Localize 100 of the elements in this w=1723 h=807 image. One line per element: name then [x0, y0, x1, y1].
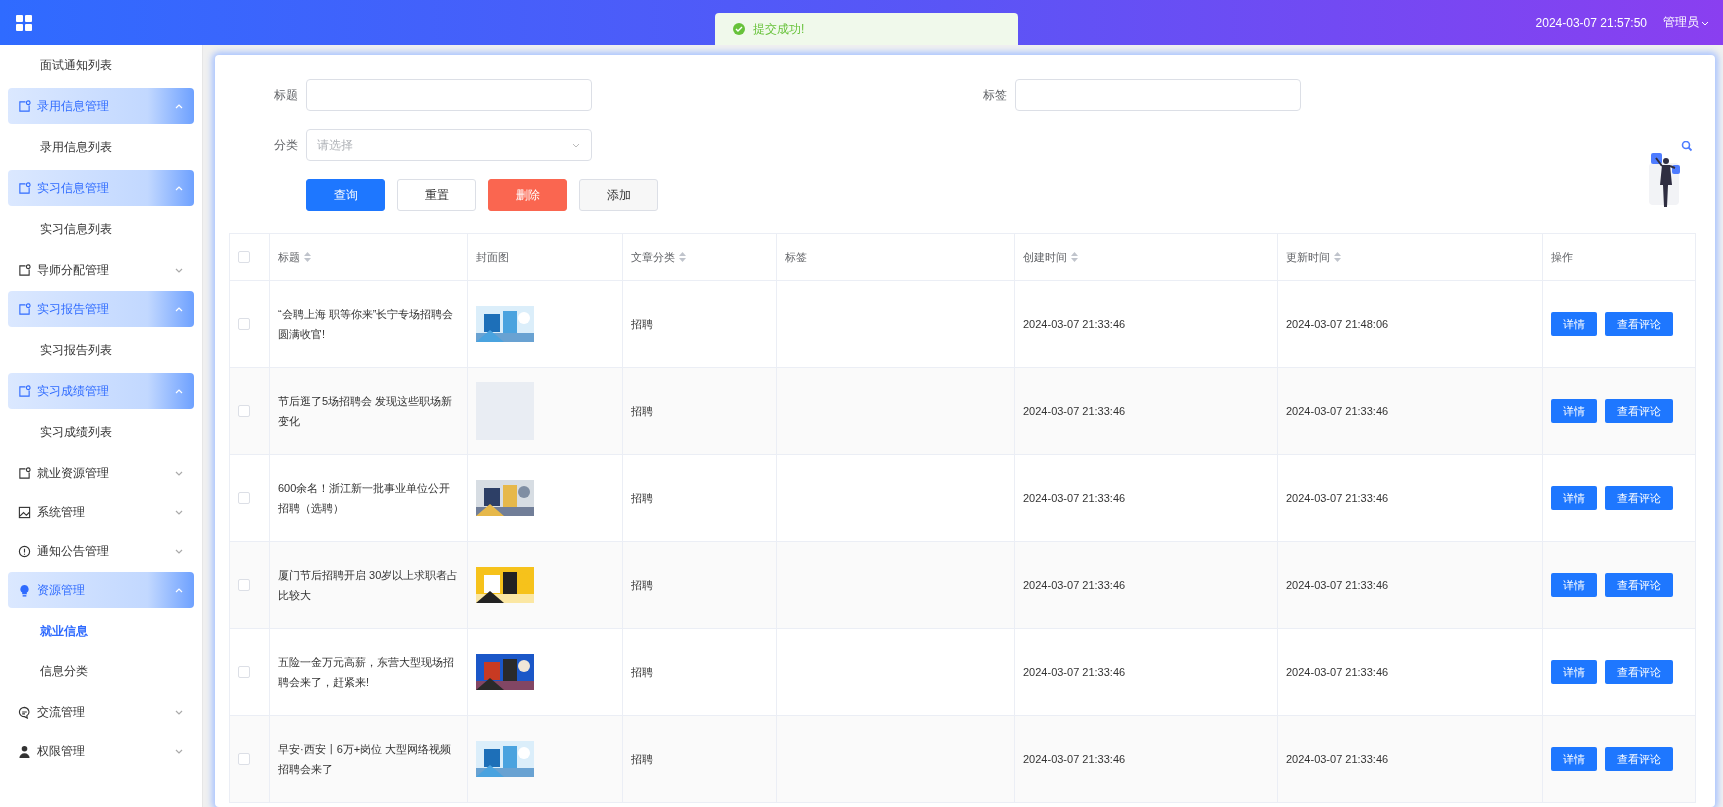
sidebar-group[interactable]: 实习成绩管理 — [8, 373, 194, 409]
column-header: 封面图 — [476, 249, 509, 265]
image-icon — [18, 505, 31, 519]
table-cell: 2024-03-07 21:33:46 — [1023, 579, 1126, 591]
sidebar-group[interactable]: 系统管理 — [8, 494, 194, 530]
sort-icon[interactable] — [1334, 252, 1341, 262]
menu-icon[interactable] — [14, 12, 34, 33]
table-cell: 招聘 — [631, 666, 653, 678]
sidebar-item[interactable]: 信息分类 — [8, 651, 194, 691]
document-icon — [18, 466, 31, 480]
sort-icon[interactable] — [1071, 252, 1078, 262]
sidebar-group[interactable]: 就业资源管理 — [8, 455, 194, 491]
article-title: “会聘上海 职等你来”长宁专场招聘会圆满收官! — [278, 308, 454, 340]
table-cell: 2024-03-07 21:33:46 — [1023, 405, 1126, 417]
success-icon — [733, 23, 745, 35]
field-label: 标题 — [273, 86, 299, 104]
table-cell: 招聘 — [631, 405, 653, 417]
checkbox[interactable] — [238, 251, 250, 263]
column-header: 创建时间 — [1023, 249, 1067, 265]
document-icon — [18, 99, 31, 113]
toast-text: 提交成功! — [753, 20, 805, 38]
column-header: 文章分类 — [631, 249, 675, 265]
details-button[interactable]: 详情 — [1551, 747, 1597, 771]
sidebar-group[interactable]: 交流管理 — [8, 694, 194, 730]
details-button[interactable]: 详情 — [1551, 486, 1597, 510]
table-cell: 2024-03-07 21:48:06 — [1286, 318, 1389, 330]
column-header: 操作 — [1551, 249, 1573, 265]
article-title: 600余名！浙江新一批事业单位公开招聘（选聘） — [278, 482, 451, 514]
sidebar-group[interactable]: 权限管理 — [8, 733, 194, 769]
group-label: 资源管理 — [37, 581, 85, 599]
checkbox[interactable] — [238, 405, 250, 417]
comments-button[interactable]: 查看评论 — [1605, 747, 1673, 771]
sidebar-item[interactable]: 实习报告列表 — [8, 330, 194, 370]
details-button[interactable]: 详情 — [1551, 573, 1597, 597]
field-label: 标签 — [982, 86, 1008, 104]
group-label: 通知公告管理 — [37, 542, 109, 560]
article-title: 厦门节后招聘开启 30岁以上求职者占比较大 — [278, 569, 459, 601]
article-title: 早安·西安丨6万+岗位 大型网络视频招聘会来了 — [278, 743, 452, 775]
table-cell: 2024-03-07 21:33:46 — [1023, 318, 1126, 330]
column-header: 标题 — [278, 249, 300, 265]
sidebar-item[interactable]: 面试通知列表 — [8, 45, 194, 85]
sidebar-item[interactable]: 录用信息列表 — [8, 127, 194, 167]
sidebar-item[interactable]: 实习成绩列表 — [8, 412, 194, 452]
table-cell: 招聘 — [631, 318, 653, 330]
details-button[interactable]: 详情 — [1551, 312, 1597, 336]
document-icon — [18, 384, 31, 398]
field-label: 分类 — [273, 136, 299, 154]
checkbox[interactable] — [238, 666, 250, 678]
table-cell: 招聘 — [631, 579, 653, 591]
sort-icon[interactable] — [679, 252, 686, 262]
group-label: 实习信息管理 — [37, 179, 109, 197]
user-menu[interactable]: 管理员 — [1663, 14, 1699, 31]
sidebar-group[interactable]: 实习报告管理 — [8, 291, 194, 327]
table-cell: 招聘 — [631, 753, 653, 765]
comments-button[interactable]: 查看评论 — [1605, 312, 1673, 336]
title-input[interactable] — [306, 79, 592, 111]
sidebar-item[interactable]: 就业信息 — [8, 611, 194, 651]
document-icon — [18, 181, 31, 195]
group-label: 权限管理 — [37, 742, 85, 760]
sort-icon[interactable] — [304, 252, 311, 262]
datetime: 2024-03-07 21:57:50 — [1535, 15, 1647, 30]
group-label: 系统管理 — [37, 503, 85, 521]
table-cell: 招聘 — [631, 492, 653, 504]
details-button[interactable]: 详情 — [1551, 399, 1597, 423]
table-cell: 2024-03-07 21:33:46 — [1286, 492, 1389, 504]
column-header: 更新时间 — [1286, 249, 1330, 265]
sidebar-group[interactable]: 通知公告管理 — [8, 533, 194, 569]
table-cell: 2024-03-07 21:33:46 — [1023, 666, 1126, 678]
sidebar-group[interactable]: 录用信息管理 — [8, 88, 194, 124]
details-button[interactable]: 详情 — [1551, 660, 1597, 684]
group-label: 实习报告管理 — [37, 300, 109, 318]
tag-input[interactable] — [1015, 79, 1301, 111]
chat-icon — [18, 705, 31, 719]
checkbox[interactable] — [238, 579, 250, 591]
action-button[interactable]: 添加 — [579, 179, 658, 211]
table-cell: 2024-03-07 21:33:46 — [1023, 492, 1126, 504]
group-label: 实习成绩管理 — [37, 382, 109, 400]
action-button[interactable]: 删除 — [488, 179, 567, 211]
action-button[interactable]: 重置 — [397, 179, 476, 211]
category-select[interactable]: 请选择 — [306, 129, 592, 161]
comments-button[interactable]: 查看评论 — [1605, 399, 1673, 423]
comments-button[interactable]: 查看评论 — [1605, 573, 1673, 597]
sidebar-item[interactable]: 实习信息列表 — [8, 209, 194, 249]
checkbox[interactable] — [238, 492, 250, 504]
document-icon — [18, 263, 31, 277]
sidebar-group[interactable]: 实习信息管理 — [8, 170, 194, 206]
sidebar-group[interactable]: 资源管理 — [8, 572, 194, 608]
comments-button[interactable]: 查看评论 — [1605, 660, 1673, 684]
action-button[interactable]: 查询 — [306, 179, 385, 211]
table-cell: 2024-03-07 21:33:46 — [1286, 753, 1389, 765]
sidebar-group[interactable]: 导师分配管理 — [8, 252, 194, 288]
table-cell: 2024-03-07 21:33:46 — [1286, 579, 1389, 591]
checkbox[interactable] — [238, 753, 250, 765]
group-label: 就业资源管理 — [37, 464, 109, 482]
comments-button[interactable]: 查看评论 — [1605, 486, 1673, 510]
article-title: 五险一金万元高薪，东营大型现场招聘会来了，赶紧来! — [278, 656, 454, 688]
group-label: 录用信息管理 — [37, 97, 109, 115]
bulb-icon — [18, 583, 31, 597]
checkbox[interactable] — [238, 318, 250, 330]
column-header: 标签 — [785, 249, 807, 265]
